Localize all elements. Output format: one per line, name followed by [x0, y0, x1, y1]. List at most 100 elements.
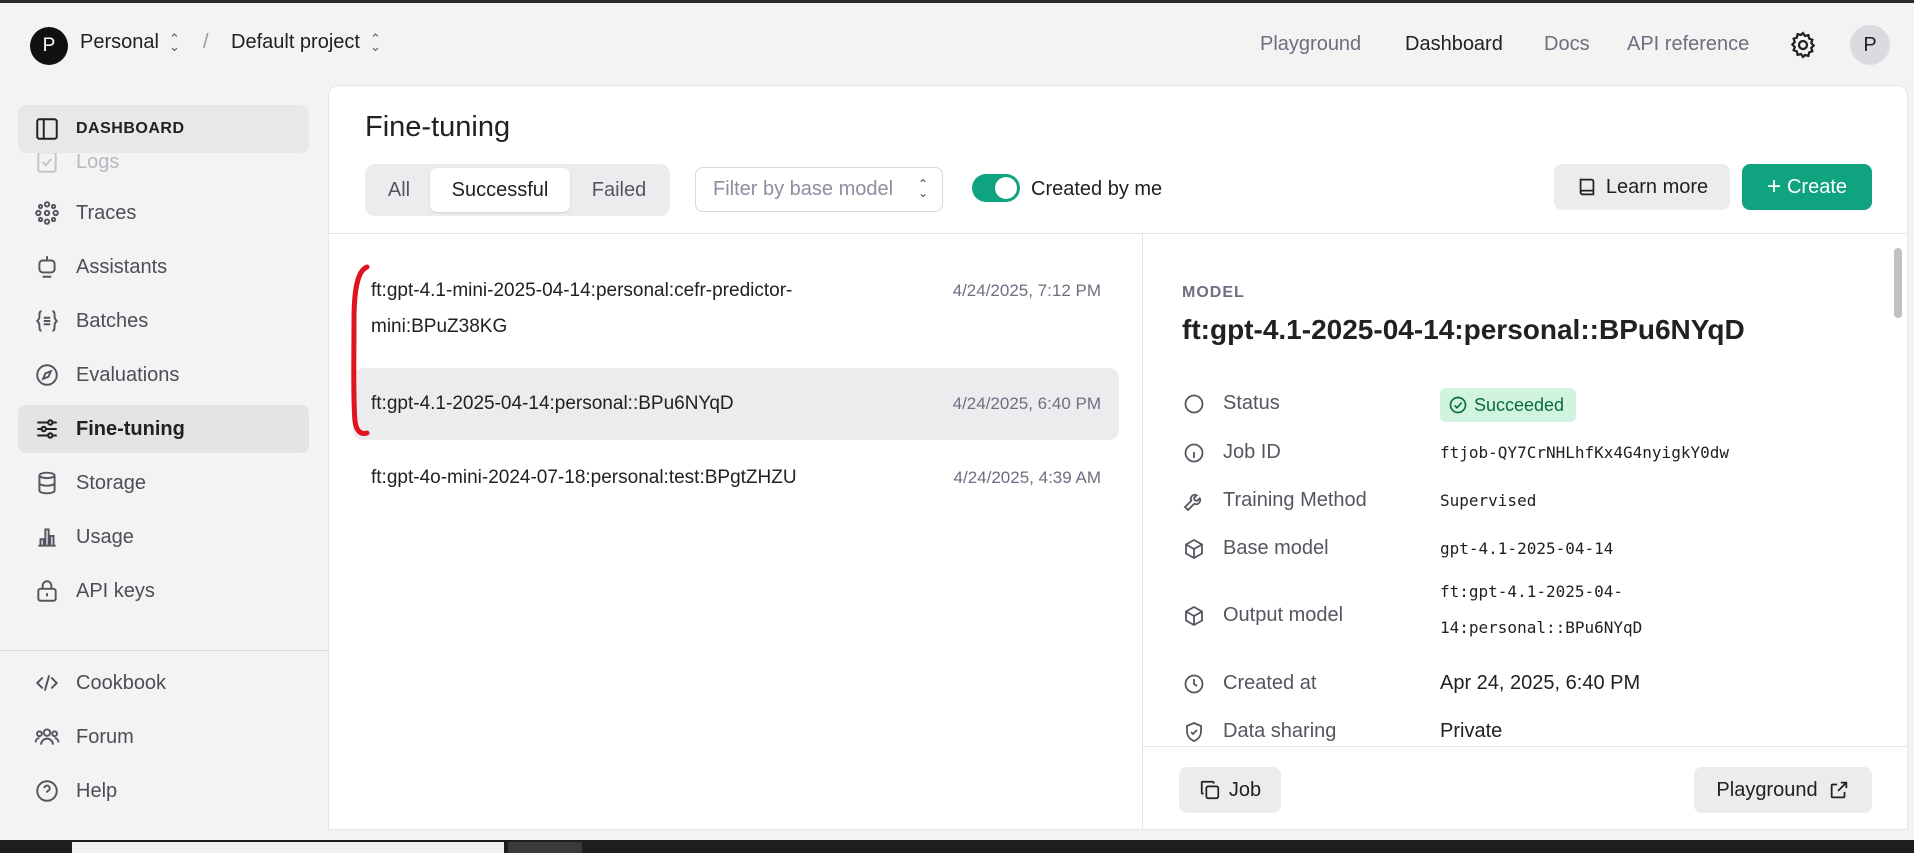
status-badge: Succeeded — [1440, 388, 1577, 422]
sidebar-item-forum[interactable]: Forum — [18, 713, 309, 761]
base-model-value[interactable]: gpt-4.1-2025-04-14 — [1440, 531, 1613, 567]
learn-more-label: Learn more — [1605, 175, 1709, 198]
taskbar-window[interactable] — [72, 842, 504, 853]
create-label: Create — [1786, 175, 1848, 198]
project-name: Default project — [231, 31, 360, 53]
main-panel: Fine-tuning All Successful Failed Filter… — [328, 85, 1908, 830]
assistants-icon — [38, 256, 56, 278]
job-list-item-selected[interactable]: ft:gpt-4.1-2025-04-14:personal::BPu6NYqD… — [353, 368, 1119, 440]
sidebar-item-storage[interactable]: Storage — [18, 459, 309, 507]
sidebar-toggle-icon — [36, 118, 58, 140]
org-switcher[interactable]: Personal ⌃ ⌄ — [80, 31, 180, 54]
sidebar-item-batches[interactable]: Batches — [18, 297, 309, 345]
tab-successful[interactable]: Successful — [430, 168, 570, 212]
sidebar-item-fine-tuning[interactable]: Fine-tuning — [18, 405, 309, 453]
nav-dashboard[interactable]: Dashboard — [1405, 33, 1503, 56]
sidebar-item-traces[interactable]: Traces — [18, 189, 309, 237]
prop-key: Output model — [1223, 604, 1344, 626]
create-button[interactable]: + Create — [1742, 164, 1872, 210]
job-date: 4/24/2025, 6:40 PM — [952, 394, 1101, 413]
sidebar-item-cookbook[interactable]: Cookbook — [18, 659, 309, 707]
output-model-value-line2[interactable]: 14:personal::BPu6NYqD — [1440, 610, 1642, 646]
sidebar-item-label: Usage — [76, 525, 134, 548]
sidebar-divider — [0, 650, 328, 651]
header-divider — [329, 233, 1907, 234]
breadcrumb-separator: / — [203, 31, 209, 53]
base-model-filter[interactable]: Filter by base model ⌃ ⌄ — [695, 167, 943, 212]
nav-docs[interactable]: Docs — [1544, 33, 1590, 56]
job-button-label: Job — [1228, 778, 1262, 801]
sidebar-item-usage[interactable]: Usage — [18, 513, 309, 561]
list-detail-divider — [1142, 233, 1143, 830]
check-circle-icon — [1449, 396, 1467, 414]
book-icon — [1579, 178, 1595, 196]
chevron-updown-icon: ⌃ ⌄ — [369, 30, 381, 54]
detail-footer-divider — [1143, 746, 1907, 747]
output-model-value-line1[interactable]: ft:gpt-4.1-2025-04- — [1440, 574, 1623, 610]
playground-button[interactable]: Playground — [1694, 767, 1872, 813]
nav-api-reference[interactable]: API reference — [1627, 33, 1749, 56]
sidebar-item-label: Evaluations — [76, 363, 180, 386]
plus-icon: + — [1766, 173, 1781, 200]
project-switcher[interactable]: Default project ⌃ ⌄ — [231, 31, 381, 54]
job-date: 4/24/2025, 7:12 PM — [952, 281, 1101, 300]
tab-failed[interactable]: Failed — [575, 168, 663, 212]
prop-key: Created at — [1223, 672, 1317, 694]
sidebar-item-label: Traces — [76, 201, 137, 224]
created-at-value: Apr 24, 2025, 6:40 PM — [1440, 672, 1641, 694]
chevron-updown-icon: ⌃ ⌄ — [168, 30, 180, 54]
forum-icon — [34, 728, 60, 745]
sidebar-item-evaluations[interactable]: Evaluations — [18, 351, 309, 399]
copy-icon — [1200, 780, 1219, 800]
sidebar-header-label: DASHBOARD — [76, 120, 185, 137]
status-segmented-control: All Successful Failed — [365, 164, 670, 216]
created-by-me-label: Created by me — [1031, 178, 1163, 200]
sidebar-item-help[interactable]: Help — [18, 767, 309, 815]
fine-tuning-icon — [37, 419, 57, 439]
job-name: ft:gpt-4o-mini-2024-07-18:personal:test:… — [371, 467, 797, 488]
job-list-item[interactable]: ft:gpt-4.1-mini-2025-04-14:personal:cefr… — [353, 266, 1119, 352]
sidebar-item-label: API keys — [76, 579, 155, 602]
tab-all[interactable]: All — [371, 168, 427, 212]
sidebar-item-label: Fine-tuning — [76, 417, 185, 440]
annotation-bracket-mark — [351, 264, 370, 436]
job-name: ft:gpt-4.1-2025-04-14:personal::BPu6NYqD — [371, 393, 734, 414]
sidebar-item-label: Storage — [76, 471, 147, 494]
user-avatar[interactable]: P — [1850, 25, 1890, 65]
sidebar-item-label: Assistants — [76, 255, 168, 278]
job-name: ft:gpt-4.1-mini-2025-04-14:personal:cefr… — [371, 280, 793, 337]
detail-model-title: ft:gpt-4.1-2025-04-14:personal::BPu6NYqD — [1182, 314, 1745, 345]
cube-icon — [1185, 605, 1203, 627]
sidebar-item-label: Batches — [76, 309, 149, 332]
org-avatar[interactable]: P — [30, 27, 68, 65]
job-button[interactable]: Job — [1179, 767, 1281, 813]
evaluations-icon — [36, 364, 58, 386]
traces-icon — [35, 201, 59, 225]
lock-icon — [37, 580, 57, 602]
usage-icon — [38, 528, 56, 547]
training-method-value: Supervised — [1440, 491, 1537, 510]
taskbar-app[interactable] — [508, 842, 582, 853]
scrollbar-thumb[interactable] — [1894, 248, 1902, 318]
job-list-item[interactable]: ft:gpt-4o-mini-2024-07-18:personal:test:… — [353, 442, 1119, 514]
top-bar: P Personal ⌃ ⌄ / Default project ⌃ ⌄ Playg… — [0, 3, 1914, 83]
code-icon — [35, 675, 59, 691]
sidebar-item-label: Forum — [76, 725, 134, 748]
gear-icon[interactable] — [1788, 30, 1818, 60]
learn-more-button[interactable]: Learn more — [1554, 164, 1730, 210]
prop-key: Job ID — [1223, 441, 1281, 463]
cube-icon — [1185, 538, 1203, 560]
sidebar-item-assistants[interactable]: Assistants — [18, 243, 309, 291]
sidebar-item-api-keys[interactable]: API keys — [18, 567, 309, 615]
filter-placeholder: Filter by base model — [713, 178, 894, 200]
data-sharing-value: Private — [1440, 720, 1503, 742]
job-id-value[interactable]: ftjob-QY7CrNHLhfKx4G4nyigkY0dw — [1440, 435, 1729, 471]
clock-icon — [1184, 674, 1204, 694]
nav-playground[interactable]: Playground — [1260, 33, 1361, 56]
info-icon — [1184, 443, 1204, 463]
prop-key: Base model — [1223, 537, 1329, 559]
detail-scrollbar[interactable] — [1891, 236, 1905, 746]
sidebar-header-dashboard[interactable]: DASHBOARD — [18, 105, 309, 153]
created-by-me-toggle[interactable] — [972, 174, 1020, 202]
prop-key: Training Method — [1223, 489, 1367, 511]
